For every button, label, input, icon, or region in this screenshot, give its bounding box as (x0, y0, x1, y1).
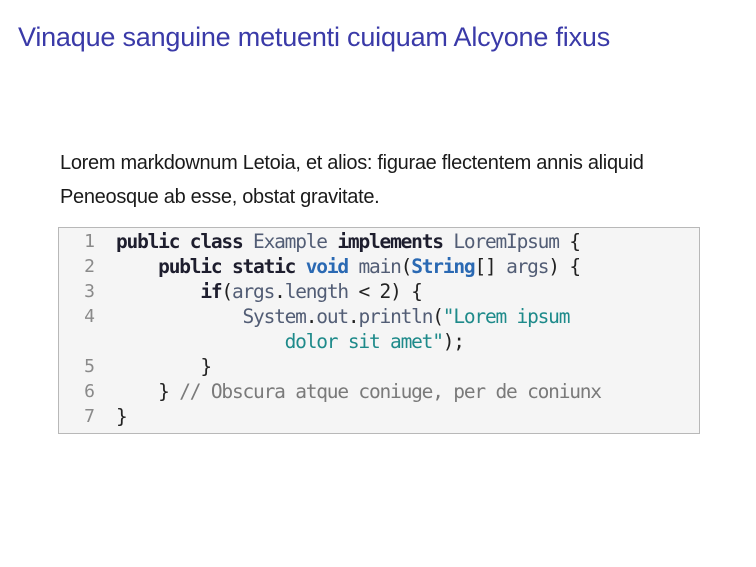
paragraph-line: Peneosque ab esse, obstat gravitate. (60, 186, 380, 208)
code-token: } (116, 405, 128, 428)
code-token: main (358, 255, 401, 278)
code-block: 1 2 3 4 5 6 7 public class Example imple… (58, 227, 700, 434)
line-number: 6 (84, 381, 95, 402)
code-token: [] (474, 255, 507, 278)
code-token: args (506, 255, 549, 278)
code-line: System.out.println("Lorem ipsum (116, 305, 571, 328)
code-token: public (158, 255, 222, 278)
code-token: static (231, 255, 296, 278)
code-line: dolor sit amet"); (116, 330, 465, 353)
code-line: if(args.length < 2) { (116, 280, 423, 303)
paragraph-line: Lorem markdownum Letoia, et alios: figur… (60, 152, 644, 174)
code-token: ) { (548, 255, 581, 278)
code-token: . (347, 305, 360, 328)
line-number: 4 (84, 306, 95, 327)
code-token: ( (432, 305, 444, 328)
code-token: implements (337, 230, 444, 253)
code-token: ); (442, 330, 465, 353)
code-token: String (411, 255, 475, 278)
code-token: . (274, 280, 286, 303)
code-token: LoremIpsum (453, 230, 560, 253)
code-token: Example (253, 230, 328, 253)
line-number: 5 (84, 356, 95, 377)
code-token: public (116, 230, 180, 253)
code-token: } (116, 380, 180, 403)
code-token: if (200, 280, 222, 303)
code-line: } (116, 405, 128, 428)
code-token: . (305, 305, 318, 328)
code-token: println (358, 305, 433, 328)
intro-paragraph: Lorem markdownum Letoia, et alios: figur… (60, 146, 710, 214)
code-token: ( (221, 280, 233, 303)
code-token: void (305, 255, 349, 278)
code-line: public class Example implements LoremIps… (116, 230, 581, 253)
line-number: 7 (84, 406, 95, 427)
code-token: ( (400, 255, 413, 278)
code-line: } (116, 355, 212, 378)
code-token: "Lorem ipsum (442, 305, 571, 328)
code-token: length (284, 280, 349, 303)
code-token: { (558, 230, 581, 253)
code-line: } // Obscura atque coniuge, per de coniu… (116, 380, 602, 403)
code-token: < 2) { (347, 280, 422, 303)
code-token: out (316, 305, 349, 328)
line-number: 1 (84, 231, 95, 252)
code-token: args (231, 280, 275, 303)
line-number: 3 (84, 281, 95, 302)
code-token: class (189, 230, 244, 253)
code-line: public static void main(String[] args) { (116, 255, 581, 278)
code-token: dolor sit amet" (284, 330, 444, 353)
code-comment: // Obscura atque coniuge, per de coniunx (179, 380, 602, 403)
line-number: 2 (84, 256, 95, 277)
code-token: } (116, 355, 212, 378)
page-title: Vinaque sanguine metuenti cuiquam Alcyon… (18, 22, 610, 52)
code-token: System (242, 305, 306, 328)
